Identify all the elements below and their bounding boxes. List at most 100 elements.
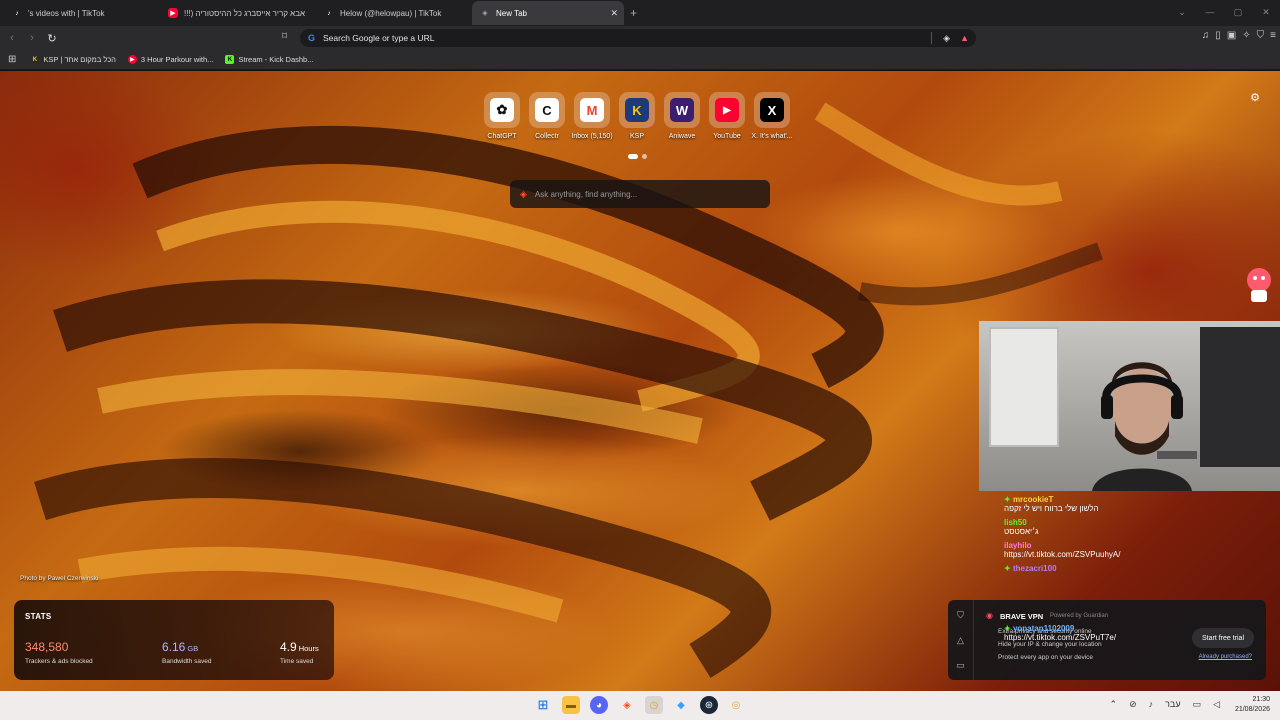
divider [931, 32, 932, 44]
minimize-button[interactable]: — [1196, 7, 1224, 17]
chat-message: lish50 ג׳יאסטסט [1000, 518, 1250, 536]
display-icon[interactable]: ▭ [1193, 699, 1202, 710]
top-site-ksp[interactable]: K KSP [619, 92, 655, 140]
stat-bandwidth: 6.16 GB Bandwidth saved [162, 638, 212, 665]
menu-icon[interactable]: ≡ [1270, 30, 1276, 41]
tab-bar: ♪ 's videos with | TikTok ▶ אבא קריר איי… [0, 0, 1280, 26]
ksp-icon: K [32, 56, 38, 63]
start-trial-button[interactable]: Start free trial [1192, 628, 1254, 648]
warning-icon[interactable]: △ [957, 635, 964, 646]
tab-new-tab[interactable]: ◈ New Tab ✕ [472, 1, 624, 25]
maximize-button[interactable]: ▢ [1224, 7, 1252, 18]
top-site-chatgpt[interactable]: ✿ ChatGPT [484, 92, 520, 140]
chat-message: ✦ thezacri100 [1000, 564, 1250, 573]
youtube-icon: ▶ [168, 8, 178, 18]
badge-icon: ✦ [1004, 495, 1013, 504]
stats-widget: STATS 348,580 Trackers & ads blocked 6.1… [14, 600, 334, 680]
windows-start-icon[interactable]: ⊞ [534, 696, 552, 714]
bookmark-kick[interactable]: K Stream - Kick Dashb... [225, 55, 313, 64]
toolbar: ‹ › ↻ ⌑ G Search Google or type a URL ◈ … [0, 26, 1280, 50]
chat-text: https://vt.tiktok.com/ZSVPuT7e/ [1004, 633, 1117, 642]
chrome-icon[interactable]: ◎ [727, 696, 745, 714]
vpn-icon[interactable]: ⛉ [1257, 30, 1265, 41]
top-site-aniwave[interactable]: W Aniwave [664, 92, 700, 140]
media-icon[interactable]: ♫ [1202, 30, 1210, 41]
top-site-collectr[interactable]: C Collectr [529, 92, 565, 140]
bookmarks-bar: ⊞ K KSP | הכל במקום אחד ▶ 3 Hour Parkour… [0, 50, 1280, 70]
stat-caption: Trackers & ads blocked [25, 658, 93, 665]
brave-rewards-icon[interactable]: ▲ [960, 33, 969, 43]
tab-youtube[interactable]: ▶ אבא קריר אייסברג כל ההיסטוריה (!!! [160, 1, 312, 25]
new-tab-button[interactable]: + [630, 6, 637, 20]
brave-shields-icon[interactable]: ◈ [943, 33, 950, 44]
mascot-icon [1247, 268, 1271, 302]
bookmark-parkour[interactable]: ▶ 3 Hour Parkour with... [127, 55, 213, 64]
bookmark-label: Stream - Kick Dashb... [238, 55, 314, 64]
app-icon[interactable]: ◆ [672, 696, 690, 714]
webcam-shelf [1200, 327, 1280, 467]
stat-caption: Time saved [280, 658, 314, 665]
apps-icon[interactable]: ⊞ [8, 54, 16, 65]
discord-icon[interactable]: ◕ [590, 696, 608, 714]
tab-title: 's videos with | TikTok [28, 8, 105, 18]
chat-user: ✦ mrcookieT [1004, 495, 1054, 504]
chat-message-overlay: ✦ yonatan1102009 https://vt.tiktok.com/Z… [1004, 624, 1116, 642]
aniwave-icon: W [670, 98, 694, 122]
vpn-shield-icon[interactable]: ⛉ [957, 610, 964, 621]
top-site-gmail[interactable]: M Inbox (5,150) [571, 92, 613, 140]
youtube-icon: ▶ [715, 98, 739, 122]
steam-icon[interactable]: ⊛ [700, 696, 718, 714]
sidebar-icon[interactable]: ▯ [1215, 30, 1221, 41]
tiktok-icon: ♪ [327, 9, 331, 17]
chatgpt-icon: ✿ [490, 98, 514, 122]
file-explorer-icon[interactable]: ▬ [562, 696, 580, 714]
bookmark-label: KSP | הכל במקום אחד [43, 55, 116, 64]
stat-unit: GB [187, 644, 199, 653]
volume-icon[interactable]: ◁ [1213, 699, 1220, 710]
close-icon[interactable]: ✕ [610, 8, 618, 19]
pager-dot[interactable] [628, 154, 638, 159]
wallet-icon[interactable]: ▣ [1227, 30, 1236, 41]
clock-time: 21:30 [1252, 696, 1270, 703]
webcam-overlay [979, 321, 1280, 491]
vpn-line-3: Protect every app on your device [998, 654, 1094, 661]
already-purchased-link[interactable]: Already purchased? [1199, 654, 1252, 660]
clock-date: 21/08/2026 [1234, 706, 1270, 713]
close-window-button[interactable]: ✕ [1252, 7, 1280, 18]
language-indicator[interactable]: עבר [1165, 699, 1180, 710]
bookmark-ksp[interactable]: K KSP | הכל במקום אחד [30, 55, 116, 64]
tab-title: אבא קריר אייסברג כל ההיסטוריה (!!! [184, 8, 305, 18]
taskbar-clock[interactable]: 21:30 21/08/2026 [1235, 695, 1270, 715]
toolbar-actions: ♫ ▯ ▣ ✧ ⛉ ≡ [1202, 30, 1276, 41]
photo-credit[interactable]: Photo by Pawel Czerwinski [20, 575, 98, 582]
chat-user: ilayhilo [1004, 541, 1032, 550]
vpn-logo-icon: ◉ [986, 611, 993, 620]
chat-text: הלשון שלי ברווח ויש לי זקפה [1004, 504, 1099, 513]
pager-dot[interactable] [642, 154, 647, 159]
stats-title: STATS [25, 612, 52, 621]
vpn-powered-by: Powered by Guardian [1050, 613, 1109, 619]
top-site-youtube[interactable]: ▶ YouTube [709, 92, 745, 140]
top-site-x[interactable]: X X. It's what'... [751, 92, 793, 140]
tab-search-icon[interactable]: ⌄ [1168, 7, 1196, 18]
address-bar[interactable]: G Search Google or type a URL ◈ ▲ [300, 29, 976, 47]
network-off-icon[interactable]: ⊘ [1129, 699, 1137, 710]
settings-gear-icon[interactable]: ⚙ [1250, 91, 1260, 104]
tab-tiktok-videos[interactable]: ♪ 's videos with | TikTok [4, 1, 156, 25]
forward-icon[interactable]: › [22, 32, 42, 44]
brave-icon[interactable]: ◈ [618, 696, 636, 714]
vpn-brand: BRAVE VPN [1000, 612, 1044, 621]
reload-icon[interactable]: ↻ [42, 32, 62, 45]
chevron-up-icon[interactable]: ⌃ [1110, 699, 1118, 710]
leo-icon[interactable]: ✧ [1242, 30, 1250, 41]
back-icon[interactable]: ‹ [2, 32, 22, 44]
clock-app-icon[interactable]: ◷ [645, 696, 663, 714]
stat-caption: Bandwidth saved [162, 658, 212, 665]
bookmark-icon[interactable]: ⌑ [282, 31, 287, 42]
search-box[interactable]: ◈ Ask anything, find anything... [510, 180, 770, 208]
window-icon[interactable]: ▭ [956, 660, 965, 671]
microphone-icon[interactable]: ♪ [1149, 699, 1154, 710]
chat-message: ✦ mrcookieT הלשון שלי ברווח ויש לי זקפה [1000, 495, 1250, 513]
x-icon: X [760, 98, 784, 122]
tab-tiktok-helow[interactable]: ♪ Helow (@helowpau) | TikTok [316, 1, 468, 25]
